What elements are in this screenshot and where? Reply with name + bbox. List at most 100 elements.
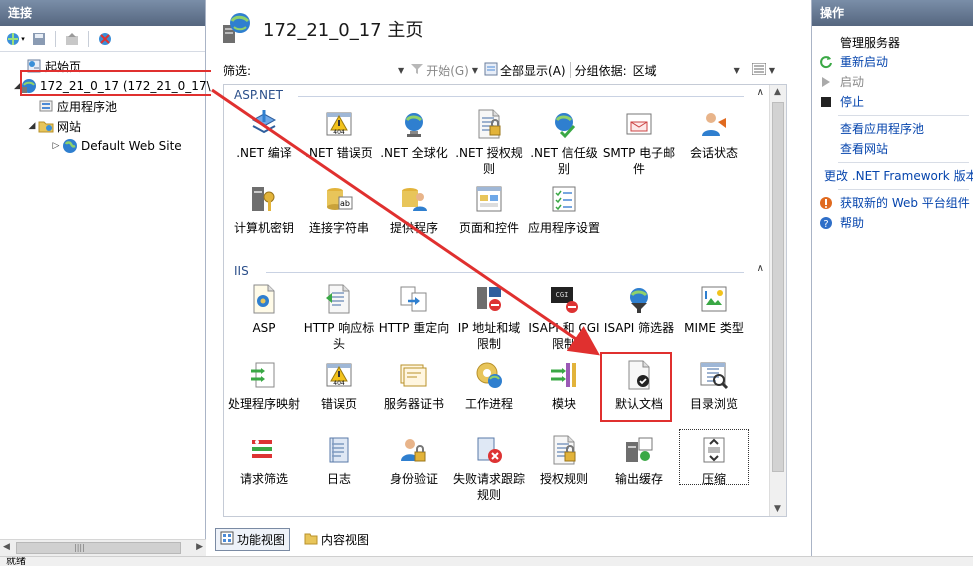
feature-tile-asp[interactable]: ASP: [227, 282, 301, 336]
show-all-button[interactable]: 全部显示(A): [484, 62, 566, 79]
scroll-down-icon[interactable]: ▼: [774, 504, 781, 514]
feature-tile-net-authorization[interactable]: .NET 授权规则: [452, 107, 526, 177]
feature-tile-label: 处理程序映射: [227, 397, 300, 411]
feature-tile-label: 服务器证书: [383, 397, 444, 411]
feature-tile-failed-request-tracing[interactable]: 失败请求跟踪规则: [452, 433, 526, 503]
group-by-dropdown-icon[interactable]: ▼: [734, 66, 740, 75]
feature-tile-net-error-page[interactable]: 404 .NET 错误页: [302, 107, 376, 161]
filter-separator: [569, 62, 571, 78]
feature-tile-http-response-headers[interactable]: HTTP 响应标头: [302, 282, 376, 352]
group-header[interactable]: IIS: [234, 264, 249, 278]
feature-tile-mime-types[interactable]: MIME 类型: [677, 282, 751, 336]
connections-toolbar: ▾: [0, 26, 205, 52]
feature-tile-worker-processes[interactable]: 工作进程: [452, 358, 526, 412]
feature-tile-authentication[interactable]: 身份验证: [377, 433, 451, 487]
vertical-scrollbar[interactable]: ▲ ▼: [769, 85, 786, 516]
feature-tile-directory-browsing[interactable]: 目录浏览: [677, 358, 751, 412]
providers-icon: [397, 182, 431, 216]
feature-tile-net-globalization[interactable]: .NET 全球化: [377, 107, 451, 161]
directory-browsing-icon: [697, 358, 731, 392]
scroll-left-icon[interactable]: ◀: [3, 542, 10, 552]
expanded-caret-icon[interactable]: ◢: [26, 121, 38, 131]
collapse-group-icon[interactable]: ∧: [757, 263, 764, 274]
group-by-select[interactable]: 区域: [633, 62, 731, 79]
feature-tile-providers[interactable]: 提供程序: [377, 182, 451, 236]
tab-features-view[interactable]: 功能视图: [215, 527, 291, 551]
feature-tile-logging[interactable]: 日志: [302, 433, 376, 487]
feature-tile-http-redirect[interactable]: HTTP 重定向: [377, 282, 451, 336]
action-change-net-framework[interactable]: 更改 .NET Framework 版本: [812, 166, 973, 186]
feature-tile-label: 工作进程: [464, 397, 513, 411]
feature-tile-net-trust-level[interactable]: .NET 信任级别: [527, 107, 601, 177]
scroll-up-icon[interactable]: ▲: [774, 87, 781, 97]
stop-icon: [818, 94, 834, 110]
filter-dropdown-icon[interactable]: ▼: [398, 66, 404, 75]
connect-globe-icon[interactable]: ▾: [5, 30, 25, 48]
feature-tile-label: ISAPI 和 CGI 限制: [528, 321, 600, 351]
action-view-sites[interactable]: 查看网站: [812, 139, 973, 159]
features-view-icon: [220, 531, 234, 548]
filter-bar: 筛选: ▼ 开始(G) ▼ 全部显示(A) 分组依据: 区域 ▼ ▼: [223, 58, 783, 82]
feature-tile-label: 应用程序设置: [527, 221, 600, 235]
collapsed-caret-icon[interactable]: ▷: [50, 141, 62, 151]
up-level-icon[interactable]: [62, 30, 82, 48]
feature-tile-app-settings[interactable]: 应用程序设置: [527, 182, 601, 236]
failed-request-tracing-icon: [472, 433, 506, 467]
scroll-thumb[interactable]: [16, 542, 181, 554]
isapi-filters-icon: [622, 282, 656, 316]
action-stop[interactable]: 停止: [812, 92, 973, 112]
feature-tile-server-certificates[interactable]: 服务器证书: [377, 358, 451, 412]
view-mode-button[interactable]: ▼: [751, 62, 775, 78]
tree-item-label: Default Web Site: [81, 139, 182, 153]
feature-tile-output-caching[interactable]: 输出缓存: [602, 433, 676, 487]
filter-label: 筛选:: [223, 63, 252, 78]
authorization-rules-icon: [547, 433, 581, 467]
group-divider: [266, 272, 744, 273]
session-state-icon: [697, 107, 731, 141]
feature-tile-ip-domain-restrictions[interactable]: IP 地址和域限制: [452, 282, 526, 352]
tab-content-view[interactable]: 内容视图: [300, 529, 373, 550]
horizontal-scrollbar[interactable]: ◀ |||| ▶: [0, 539, 206, 556]
scroll-right-icon[interactable]: ▶: [196, 542, 203, 552]
feature-tile-modules[interactable]: 模块: [527, 358, 601, 412]
action-help[interactable]: ? 帮助: [812, 213, 973, 233]
action-get-web-platform[interactable]: 获取新的 Web 平台组件: [812, 193, 973, 213]
tree-item-sites[interactable]: ◢ 网站: [0, 116, 205, 136]
feature-tile-smtp-email[interactable]: SMTP 电子邮件: [602, 107, 676, 177]
feature-tile-label: HTTP 响应标头: [303, 321, 375, 351]
feature-tile-session-state[interactable]: 会话状态: [677, 107, 751, 161]
tree-item-default-web-site[interactable]: ▷ Default Web Site: [0, 136, 205, 156]
tree-item-app-pools[interactable]: 应用程序池: [0, 96, 205, 116]
feature-tile-net-compile[interactable]: .NET 编译: [227, 107, 301, 161]
connections-title: 连接: [0, 0, 205, 26]
action-view-app-pools[interactable]: 查看应用程序池: [812, 119, 973, 139]
feature-tile-label: ASP: [252, 321, 276, 335]
action-start[interactable]: 启动: [812, 72, 973, 92]
feature-tile-label: .NET 信任级别: [530, 146, 598, 176]
view-tabs: 功能视图 内容视图: [215, 527, 373, 551]
net-error-page-icon: 404: [322, 107, 356, 141]
feature-tile-label: .NET 编译: [236, 146, 292, 160]
feature-tile-authorization-rules[interactable]: 授权规则: [527, 433, 601, 487]
feature-tile-isapi-cgi-restrictions[interactable]: CGI ISAPI 和 CGI 限制: [527, 282, 601, 352]
action-divider: [838, 115, 969, 116]
restart-icon: [818, 54, 834, 70]
feature-tile-pages-controls[interactable]: 页面和控件: [452, 182, 526, 236]
feature-tile-machine-key[interactable]: 计算机密钥: [227, 182, 301, 236]
feature-tile-error-pages[interactable]: 404 错误页: [302, 358, 376, 412]
start-filter-button[interactable]: 开始(G) ▼: [410, 62, 478, 79]
scroll-grip-icon: ||||: [74, 543, 85, 552]
feature-tile-request-filtering[interactable]: 请求筛选: [227, 433, 301, 487]
disconnect-icon[interactable]: [95, 30, 115, 48]
feature-tile-label: .NET 授权规则: [455, 146, 523, 176]
scroll-thumb[interactable]: [772, 102, 784, 472]
group-header[interactable]: ASP.NET: [234, 88, 283, 102]
feature-tile-isapi-filters[interactable]: ISAPI 筛选器: [602, 282, 676, 336]
save-icon[interactable]: [29, 30, 49, 48]
feature-tile-connection-strings[interactable]: ab 连接字符串: [302, 182, 376, 236]
feature-tile-handler-mappings[interactable]: 处理程序映射: [227, 358, 301, 412]
action-restart[interactable]: 重新启动: [812, 52, 973, 72]
collapse-group-icon[interactable]: ∧: [757, 87, 764, 98]
start-dropdown-icon[interactable]: ▼: [472, 66, 478, 75]
filter-input[interactable]: [255, 61, 396, 79]
